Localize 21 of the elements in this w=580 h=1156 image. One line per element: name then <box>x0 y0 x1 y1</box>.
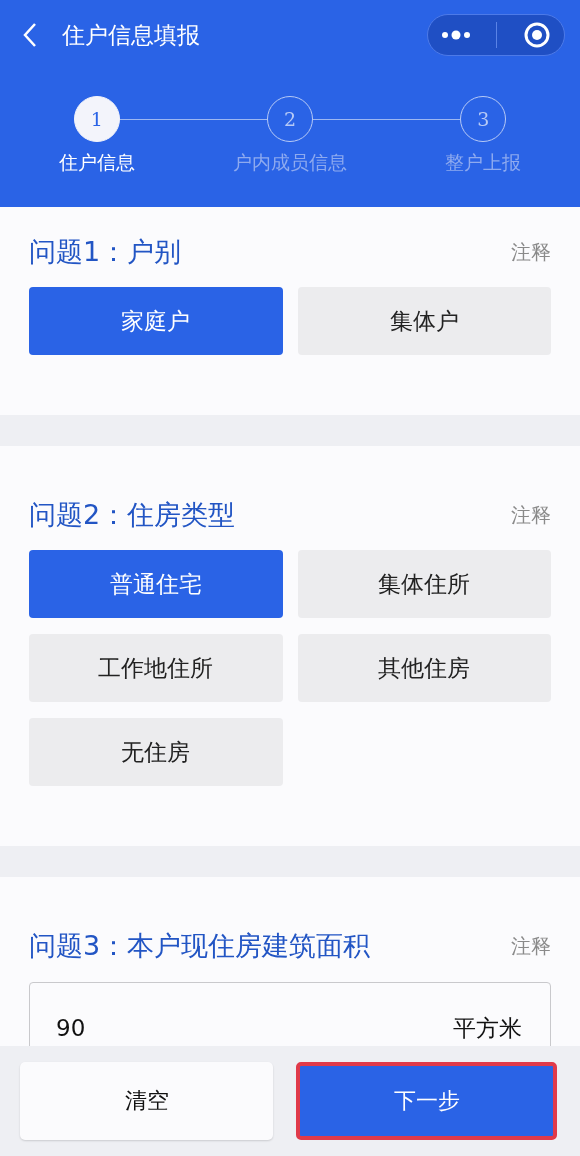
page-title: 住户信息填报 <box>62 20 201 50</box>
unit-label: 平方米 <box>453 1013 522 1043</box>
step-label: 住户信息 <box>58 150 135 175</box>
more-icon[interactable] <box>440 29 471 41</box>
step-label: 整户上报 <box>445 150 522 175</box>
next-button[interactable]: 下一步 <box>296 1062 557 1140</box>
option-button[interactable]: 其他住房 <box>297 634 551 702</box>
option-button[interactable]: 集体户 <box>297 287 551 355</box>
area-input-field[interactable]: 90 <box>54 1014 453 1042</box>
step-label: 户内成员信息 <box>233 150 347 175</box>
option-button[interactable]: 家庭户 <box>29 287 283 355</box>
option-button[interactable]: 普通住宅 <box>29 550 283 618</box>
step-number: 1 <box>73 96 120 142</box>
clear-button[interactable]: 清空 <box>20 1062 273 1140</box>
option-button[interactable]: 集体住所 <box>297 550 551 618</box>
question-title: 问题1：户别 <box>29 235 182 269</box>
back-icon[interactable] <box>22 22 38 48</box>
question-title: 问题3：本户现住房建筑面积 <box>29 929 371 963</box>
option-button[interactable]: 工作地住所 <box>29 634 283 702</box>
question-title: 问题2：住房类型 <box>29 498 236 532</box>
option-button[interactable]: 无住房 <box>29 718 283 786</box>
